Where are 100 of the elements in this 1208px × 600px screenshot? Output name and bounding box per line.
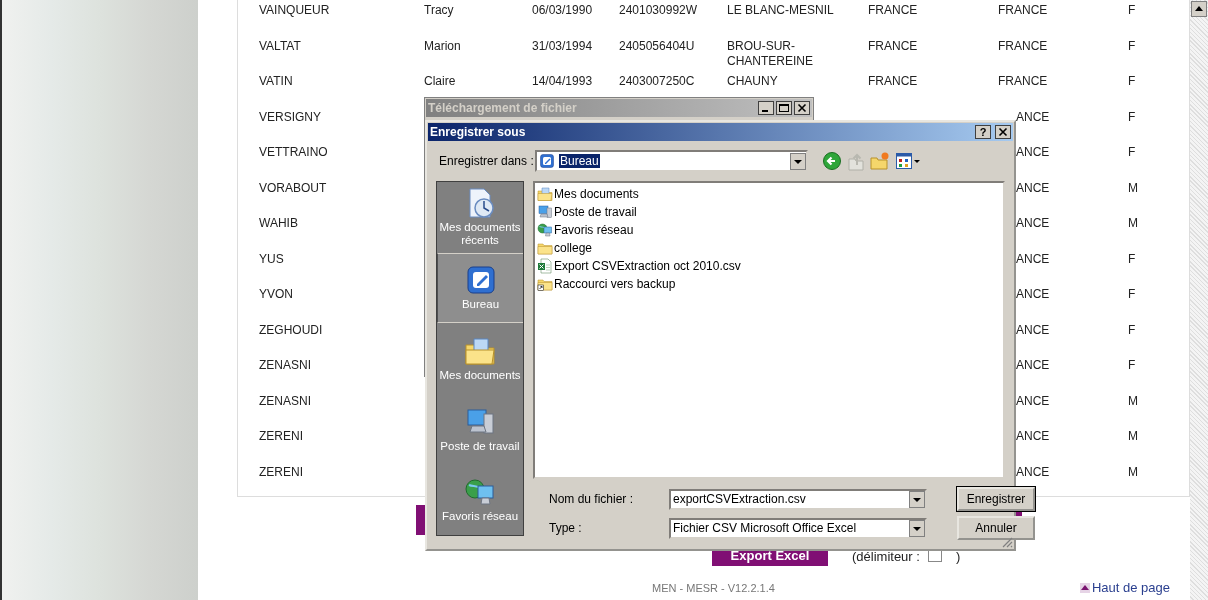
table-cell-text: M — [1128, 179, 1138, 197]
field-label: Nom du fichier : — [549, 492, 635, 506]
new-folder-icon — [870, 151, 890, 171]
version-text: MEN - MESR - V12.2.1.4 — [652, 581, 775, 594]
table-cell-text: ZERENI — [259, 463, 303, 481]
view-menu-icon — [895, 151, 921, 171]
table-cell-text: M — [1128, 392, 1138, 410]
table-cell-text: BROU-SUR-CHANTEREINE — [727, 37, 814, 70]
table-cell-text: ANCE — [1016, 428, 1050, 445]
table-cell-text: ANCE — [1016, 179, 1050, 197]
table-cell-text: FRANCE — [868, 37, 919, 55]
folder-shortcut-icon — [537, 276, 553, 292]
table-cell-text: CHAUNY — [727, 73, 779, 90]
resize-grip-icon — [1001, 536, 1013, 548]
table-cell-text: 2403007250C — [619, 73, 696, 90]
table-cell-text: ANCE — [1016, 357, 1050, 374]
table-cell-text: F — [1128, 108, 1136, 126]
table-cell-text: 2405056404U — [619, 37, 696, 55]
table-cell-text: YUS — [259, 250, 284, 268]
table-cell-text: YVON — [259, 286, 293, 303]
file-item[interactable]: Poste de travail — [537, 203, 1001, 221]
close-icon — [794, 101, 810, 115]
cancel-button[interactable]: Annuler — [957, 516, 1035, 540]
table-cell-text: 2401030992W — [619, 2, 699, 19]
save-button[interactable]: Enregistrer — [957, 487, 1035, 511]
table-cell-text: VALTAT — [259, 37, 302, 55]
places-item[interactable]: Poste de travail — [437, 393, 523, 465]
folder-document-icon — [464, 335, 496, 367]
minimize-icon — [758, 101, 774, 115]
table-cell-text: VORABOUT — [259, 179, 327, 197]
window-title: Enregistrer sous — [430, 125, 526, 139]
file-name-field[interactable]: exportCSVExtraction.csv — [669, 488, 927, 510]
table-cell-text: VERSIGNY — [259, 108, 321, 126]
table-cell-text: F — [1128, 357, 1136, 374]
table-cell-text: F — [1128, 144, 1136, 161]
back-icon — [822, 151, 842, 171]
table-cell-text: F — [1128, 73, 1137, 90]
table-cell-text: Claire — [424, 73, 457, 90]
table-cell-text: FRANCE — [868, 73, 919, 90]
table-cell-text: M — [1128, 428, 1138, 445]
table-cell-text: ZENASNI — [259, 392, 311, 410]
table-cell-text: F — [1128, 2, 1137, 19]
top-link[interactable]: Haut de page — [1079, 580, 1170, 595]
table-cell-text: F — [1128, 321, 1136, 339]
table-cell-text: 31/03/1994 — [532, 37, 594, 55]
table-cell-text: FRANCE — [998, 2, 1049, 19]
table-cell-text: ZENASNI — [259, 357, 311, 374]
table-cell-text: F — [1128, 37, 1137, 55]
table-cell-text: Marion — [424, 37, 462, 55]
places-item[interactable]: Mes documents — [437, 323, 523, 394]
spreadsheet-file-icon — [537, 258, 553, 274]
file-item[interactable]: Raccourci vers backup — [537, 275, 1001, 293]
delimiter-label: ) — [955, 547, 961, 564]
table-cell-text: Tracy — [424, 2, 455, 19]
file-item[interactable]: Favoris réseau — [537, 221, 1001, 239]
close-icon — [995, 125, 1011, 139]
delimiter-label: (délimiteur : — [852, 547, 920, 564]
table-cell-text: ANCE — [1016, 286, 1050, 303]
places-item[interactable]: Favoris réseau — [437, 464, 523, 535]
table-cell-text: VATIN — [259, 73, 294, 90]
field-label: Enregistrer dans : — [439, 154, 535, 168]
table-cell-text: LE BLANC-MESNIL — [727, 2, 835, 19]
table-cell-text: FRANCE — [998, 37, 1049, 55]
file-item[interactable]: college — [537, 239, 1001, 257]
table-cell-text: FRANCE — [868, 2, 919, 19]
table-cell-text: ANCE — [1016, 250, 1050, 268]
table-cell-text: ANCE — [1016, 108, 1050, 126]
table-cell-text: M — [1128, 215, 1138, 232]
desktop-icon — [539, 153, 555, 169]
desktop-icon — [464, 264, 497, 297]
scroll-up-icon — [1191, 1, 1207, 17]
maximize-icon — [776, 101, 792, 115]
table-cell-text: ANCE — [1016, 463, 1050, 481]
scrollbar[interactable] — [1190, 0, 1208, 600]
table-cell-text: 06/03/1990 — [532, 2, 594, 19]
help-button[interactable]: ? — [975, 125, 991, 139]
table-cell-text: ANCE — [1016, 144, 1050, 161]
table-cell-text: VETTRAINO — [259, 144, 328, 161]
table-cell-text: WAHIB — [259, 215, 298, 232]
file-type-dropdown[interactable]: Fichier CSV Microsoft Office Excel — [669, 517, 927, 539]
table-cell-text: 14/04/1993 — [532, 73, 594, 90]
computer-icon — [537, 204, 553, 220]
up-folder-icon — [847, 151, 865, 171]
places-item[interactable]: Mes documents récents — [437, 182, 523, 253]
file-item[interactable]: Mes documents — [537, 185, 1001, 203]
table-cell-text: ANCE — [1016, 392, 1050, 410]
table-cell-text: ANCE — [1016, 321, 1050, 339]
table-cell-text: F — [1128, 250, 1136, 268]
up-arrow-icon — [1079, 582, 1090, 593]
folder-icon — [537, 240, 553, 256]
table-cell-text: ZERENI — [259, 428, 303, 445]
file-item[interactable]: Export CSVExtraction oct 2010.csv — [537, 257, 1001, 275]
field-label: Type : — [549, 521, 583, 535]
window-title: Téléchargement de fichier — [428, 101, 577, 115]
table-cell-text: F — [1128, 286, 1136, 303]
table-cell-text: M — [1128, 463, 1138, 481]
table-cell-text: ZEGHOUDI — [259, 321, 323, 339]
table-cell-text: ANCE — [1016, 215, 1050, 232]
table-cell-text: VAINQUEUR — [259, 2, 331, 19]
location-dropdown[interactable]: Bureau — [535, 150, 808, 172]
